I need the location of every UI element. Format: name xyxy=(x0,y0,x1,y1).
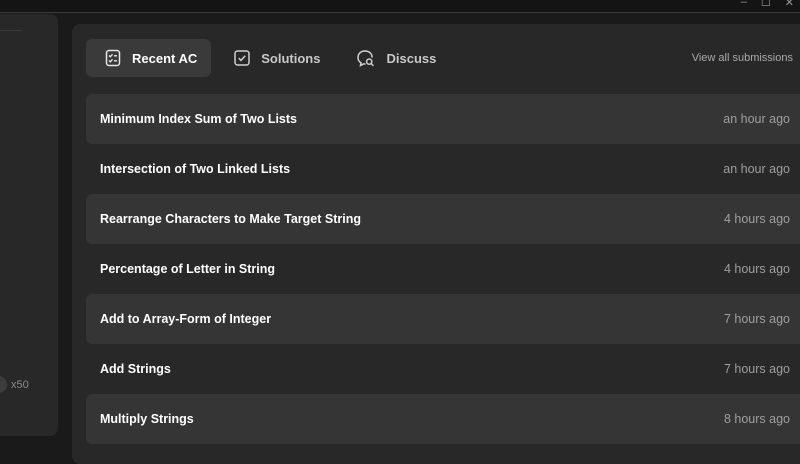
problem-title: Add to Array-Form of Integer xyxy=(100,312,272,326)
list-check-icon xyxy=(105,49,121,67)
left-panel: x50 xyxy=(0,14,58,436)
tab-discuss[interactable]: Discuss xyxy=(342,39,450,77)
problem-title: Intersection of Two Linked Lists xyxy=(100,162,291,176)
count-label: x50 xyxy=(11,379,29,391)
window-titlebar: – ☐ ✕ xyxy=(0,0,800,13)
timestamp: 7 hours ago xyxy=(723,312,790,326)
tab-bar: Recent AC Solutions Discuss xyxy=(86,39,450,77)
submissions-panel: Recent AC Solutions Discuss View all sub… xyxy=(72,24,800,464)
submission-list: Minimum Index Sum of Two Lists an hour a… xyxy=(86,94,800,444)
problem-title: Minimum Index Sum of Two Lists xyxy=(100,112,297,126)
minimize-icon[interactable]: – xyxy=(741,0,747,9)
window-controls: – ☐ ✕ xyxy=(741,0,794,9)
timestamp: an hour ago xyxy=(723,112,790,126)
list-item[interactable]: Add to Array-Form of Integer 7 hours ago xyxy=(86,294,800,344)
divider xyxy=(0,30,22,31)
maximize-icon[interactable]: ☐ xyxy=(761,0,771,9)
list-item[interactable]: Add Strings 7 hours ago xyxy=(86,344,800,394)
list-item[interactable]: Minimum Index Sum of Two Lists an hour a… xyxy=(86,94,800,144)
problem-title: Percentage of Letter in String xyxy=(100,262,276,276)
timestamp: 4 hours ago xyxy=(723,262,790,276)
tab-label: Recent AC xyxy=(132,50,198,66)
avatar xyxy=(0,376,7,393)
chat-search-icon xyxy=(357,50,375,67)
timestamp: 8 hours ago xyxy=(723,412,790,426)
checkbox-icon xyxy=(234,50,251,66)
problem-title: Multiply Strings xyxy=(100,412,194,426)
list-item[interactable]: Rearrange Characters to Make Target Stri… xyxy=(86,194,800,244)
view-all-submissions-link[interactable]: View all submissions xyxy=(692,52,793,64)
tab-solutions[interactable]: Solutions xyxy=(219,39,334,77)
list-item[interactable]: Multiply Strings 8 hours ago xyxy=(86,394,800,444)
tab-recent-ac[interactable]: Recent AC xyxy=(86,39,212,77)
timestamp: 4 hours ago xyxy=(723,212,790,226)
timestamp: 7 hours ago xyxy=(723,362,790,376)
problem-title: Rearrange Characters to Make Target Stri… xyxy=(100,212,361,226)
close-icon[interactable]: ✕ xyxy=(785,0,794,9)
timestamp: an hour ago xyxy=(723,162,790,176)
tab-label: Solutions xyxy=(261,50,321,66)
list-item[interactable]: Intersection of Two Linked Lists an hour… xyxy=(86,144,800,194)
problem-title: Add Strings xyxy=(100,362,171,376)
tab-label: Discuss xyxy=(386,50,437,66)
list-item[interactable]: Percentage of Letter in String 4 hours a… xyxy=(86,244,800,294)
